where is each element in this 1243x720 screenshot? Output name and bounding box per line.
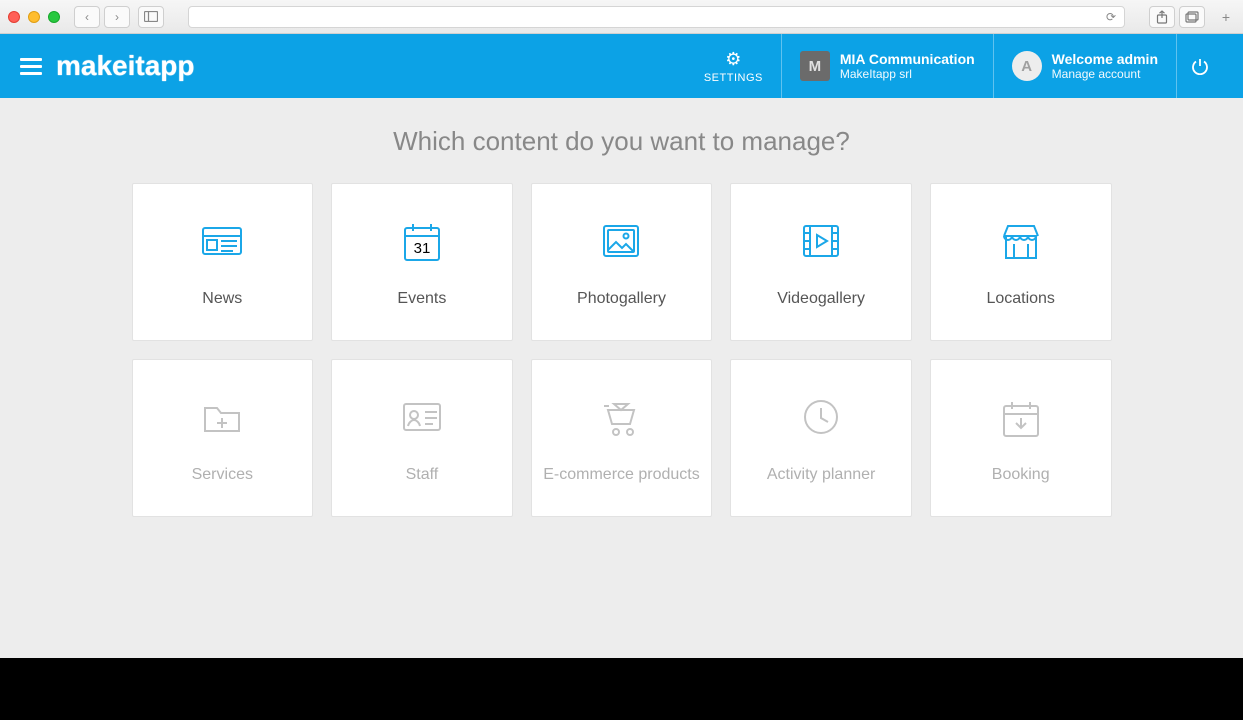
org-subname: MakeItapp srl <box>840 67 975 81</box>
app-logo[interactable]: makeitapp <box>56 50 195 82</box>
card-label: Locations <box>986 290 1055 308</box>
minimize-window-button[interactable] <box>28 11 40 23</box>
photo-icon <box>596 216 646 266</box>
card-label: Activity planner <box>767 466 876 484</box>
logout-button[interactable] <box>1176 34 1223 98</box>
sidebar-toggle-button[interactable] <box>138 6 164 28</box>
power-icon <box>1191 57 1209 75</box>
cal-down-icon <box>996 392 1046 442</box>
browser-toolbar: ‹ › ⟳ + <box>0 0 1243 34</box>
manage-account: Manage account <box>1052 67 1158 81</box>
user-avatar: A <box>1012 51 1042 81</box>
card-services[interactable]: Services <box>132 359 314 517</box>
back-button[interactable]: ‹ <box>74 6 100 28</box>
organization-switcher[interactable]: M MIA Communication MakeItapp srl <box>781 34 993 98</box>
card-label: Events <box>397 290 446 308</box>
news-icon <box>197 216 247 266</box>
card-news[interactable]: News <box>132 183 314 341</box>
card-label: E-commerce products <box>543 466 700 484</box>
card-label: Services <box>192 466 253 484</box>
page-body: Which content do you want to manage? New… <box>0 98 1243 658</box>
org-name: MIA Communication <box>840 51 975 67</box>
id-card-icon <box>397 392 447 442</box>
cart-icon <box>596 392 646 442</box>
card-label: Photogallery <box>577 290 666 308</box>
calendar-icon <box>397 216 447 266</box>
app-header: makeitapp ⚙ SETTINGS M MIA Communication… <box>0 34 1243 98</box>
account-menu[interactable]: A Welcome admin Manage account <box>993 34 1176 98</box>
address-bar[interactable]: ⟳ <box>188 6 1125 28</box>
card-locations[interactable]: Locations <box>930 183 1112 341</box>
card-photo[interactable]: Photogallery <box>531 183 713 341</box>
clock-icon <box>796 392 846 442</box>
card-booking[interactable]: Booking <box>930 359 1112 517</box>
video-icon <box>796 216 846 266</box>
card-label: Booking <box>992 466 1050 484</box>
window-controls <box>8 11 60 23</box>
org-avatar: M <box>800 51 830 81</box>
reload-icon[interactable]: ⟳ <box>1106 10 1116 24</box>
card-video[interactable]: Videogallery <box>730 183 912 341</box>
share-button[interactable] <box>1149 6 1175 28</box>
close-window-button[interactable] <box>8 11 20 23</box>
new-tab-button[interactable]: + <box>1217 9 1235 25</box>
page-title: Which content do you want to manage? <box>0 126 1243 157</box>
maximize-window-button[interactable] <box>48 11 60 23</box>
card-staff[interactable]: Staff <box>331 359 513 517</box>
card-ecommerce[interactable]: E-commerce products <box>531 359 713 517</box>
gear-icon: ⚙ <box>725 49 741 70</box>
forward-button[interactable]: › <box>104 6 130 28</box>
content-grid: News Events Photogallery Videogallery Locati… <box>132 183 1112 517</box>
folder-plus-icon <box>197 392 247 442</box>
card-label: Staff <box>406 466 439 484</box>
card-label: Videogallery <box>777 290 865 308</box>
card-events[interactable]: Events <box>331 183 513 341</box>
store-icon <box>996 216 1046 266</box>
tabs-button[interactable] <box>1179 6 1205 28</box>
card-planner[interactable]: Activity planner <box>730 359 912 517</box>
card-label: News <box>202 290 242 308</box>
settings-button[interactable]: ⚙ SETTINGS <box>686 49 781 84</box>
settings-label: SETTINGS <box>704 72 763 84</box>
welcome-text: Welcome admin <box>1052 51 1158 67</box>
menu-button[interactable] <box>20 58 42 75</box>
safari-window: ‹ › ⟳ + makeitapp ⚙ SETTINGS M <box>0 0 1243 658</box>
